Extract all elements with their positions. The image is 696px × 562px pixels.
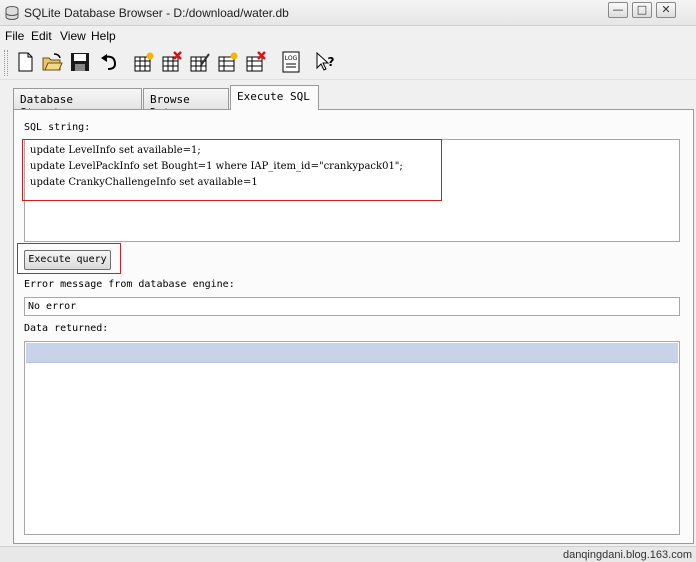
svg-text:?: ? — [328, 55, 335, 69]
save-icon[interactable] — [69, 51, 91, 73]
svg-text:LOG: LOG — [285, 55, 298, 62]
status-bar: danqingdani.blog.163.com — [0, 546, 696, 562]
tab-database-structure[interactable]: Database Structure — [13, 88, 142, 119]
execute-button-highlight-box — [17, 243, 121, 274]
watermark: danqingdani.blog.163.com — [562, 549, 692, 561]
execute-sql-panel: SQL string: update LevelInfo set availab… — [13, 109, 694, 544]
tab-execute-sql[interactable]: Execute SQL — [230, 85, 319, 110]
sql-log-icon[interactable]: LOG — [280, 51, 302, 73]
open-database-icon[interactable] — [41, 51, 63, 73]
maximize-button[interactable]: □ — [632, 2, 652, 18]
data-returned-label: Data returned: — [24, 323, 109, 334]
create-index-icon[interactable] — [217, 51, 239, 73]
sql-highlight-box — [22, 139, 442, 201]
delete-table-icon[interactable] — [161, 51, 183, 73]
delete-index-icon[interactable] — [245, 51, 267, 73]
main-area: Database Structure Browse Data Execute S… — [0, 80, 696, 546]
title-bar: SQLite Database Browser - D:/download/wa… — [0, 0, 696, 26]
error-message-label: Error message from database engine: — [24, 279, 235, 290]
window-title: SQLite Database Browser - D:/download/wa… — [24, 6, 289, 20]
error-message-field[interactable]: No error — [24, 297, 680, 316]
database-app-icon — [5, 6, 19, 20]
close-button[interactable]: ✕ — [656, 2, 676, 18]
new-database-icon[interactable] — [14, 51, 36, 73]
minimize-button[interactable]: — — [608, 2, 628, 18]
grid-header — [26, 343, 678, 363]
undo-icon[interactable] — [98, 51, 120, 73]
menu-edit[interactable]: Edit — [31, 29, 52, 43]
modify-table-icon[interactable] — [189, 51, 211, 73]
toolbar: LOG ? — [0, 46, 696, 80]
menu-file[interactable]: File — [5, 29, 24, 43]
menu-bar: File Edit View Help — [0, 26, 696, 46]
menu-view[interactable]: View — [60, 29, 86, 43]
sql-string-label: SQL string: — [24, 122, 91, 133]
toolbar-grip[interactable] — [4, 50, 8, 76]
data-returned-grid[interactable] — [24, 341, 680, 535]
tab-browse-data[interactable]: Browse Data — [143, 88, 229, 119]
whats-this-help-icon[interactable]: ? — [314, 51, 336, 73]
create-table-icon[interactable] — [133, 51, 155, 73]
menu-help[interactable]: Help — [91, 29, 116, 43]
